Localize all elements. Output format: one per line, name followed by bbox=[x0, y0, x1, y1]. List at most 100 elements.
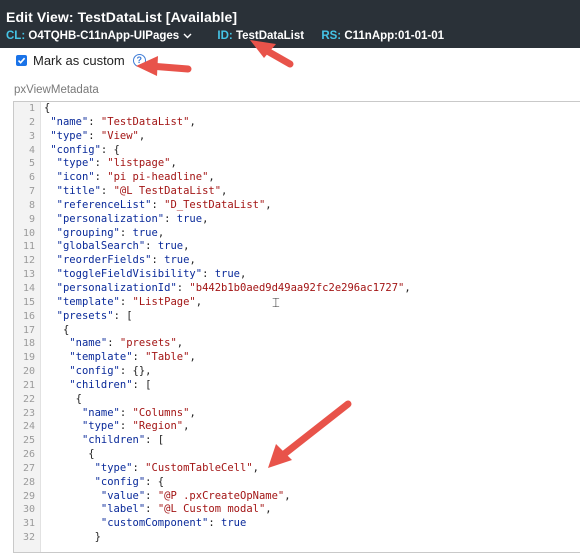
line-number: 27 bbox=[22, 462, 35, 474]
code-text[interactable]: "template": "Table", bbox=[44, 351, 195, 365]
rs-key: RS: bbox=[321, 30, 342, 42]
chevron-down-icon[interactable] bbox=[183, 30, 192, 42]
code-text[interactable]: "type": "listpage", bbox=[44, 157, 177, 171]
line-number: 7 bbox=[28, 186, 35, 198]
code-text[interactable]: "grouping": true, bbox=[44, 227, 165, 241]
code-line[interactable]: 24 "type": "Region", bbox=[14, 420, 580, 434]
code-line[interactable]: 23 "name": "Columns", bbox=[14, 407, 580, 421]
record-meta: CL: O4TQHB-C11nApp-UIPages ID: TestDataL… bbox=[6, 30, 444, 42]
code-line[interactable]: 7 "title": "@L TestDataList", bbox=[14, 185, 580, 199]
line-number: 8 bbox=[28, 199, 35, 211]
line-number: 3 bbox=[28, 130, 35, 142]
code-text[interactable]: "name": "presets", bbox=[44, 337, 183, 351]
code-line[interactable]: 29 "value": "@P .pxCreateOpName", bbox=[14, 490, 580, 504]
code-text[interactable]: "reorderFields": true, bbox=[44, 254, 196, 268]
line-number: 5 bbox=[28, 158, 35, 170]
line-number: 14 bbox=[22, 282, 35, 294]
code-text[interactable]: { bbox=[44, 324, 69, 338]
code-text[interactable]: { bbox=[44, 448, 94, 462]
code-line[interactable]: 17 { bbox=[14, 324, 580, 338]
code-line[interactable]: 13 "toggleFieldVisibility": true, bbox=[14, 268, 580, 282]
code-text[interactable]: "name": "TestDataList", bbox=[44, 116, 195, 130]
cl-key: CL: bbox=[6, 30, 26, 42]
code-line[interactable]: 27 "type": "CustomTableCell", bbox=[14, 462, 580, 476]
line-number: 15 bbox=[22, 296, 35, 308]
code-line[interactable]: 14 "personalizationId": "b442b1b0aed9d49… bbox=[14, 282, 580, 296]
code-text[interactable]: "children": [ bbox=[44, 379, 151, 393]
code-text[interactable]: "referenceList": "D_TestDataList", bbox=[44, 199, 272, 213]
code-line[interactable]: 18 "name": "presets", bbox=[14, 337, 580, 351]
rs-value: C11nApp:01-01-01 bbox=[344, 30, 445, 42]
code-line[interactable]: 31 "customComponent": true bbox=[14, 517, 580, 531]
code-line[interactable]: 26 { bbox=[14, 448, 580, 462]
code-text[interactable]: "personalization": true, bbox=[44, 213, 209, 227]
code-text[interactable]: { bbox=[44, 102, 50, 116]
code-text[interactable]: "customComponent": true bbox=[44, 517, 246, 531]
line-number: 4 bbox=[28, 144, 35, 156]
code-line[interactable]: 6 "icon": "pi pi-headline", bbox=[14, 171, 580, 185]
code-line[interactable]: 10 "grouping": true, bbox=[14, 227, 580, 241]
code-text[interactable]: "type": "CustomTableCell", bbox=[44, 462, 259, 476]
code-text[interactable]: "personalizationId": "b442b1b0aed9d49aa9… bbox=[44, 282, 411, 296]
line-number: 25 bbox=[22, 435, 35, 447]
line-number: 16 bbox=[22, 310, 35, 322]
code-line[interactable]: 11 "globalSearch": true, bbox=[14, 240, 580, 254]
code-text[interactable]: "config": { bbox=[44, 476, 165, 490]
code-line[interactable]: 22 { bbox=[14, 393, 580, 407]
id-value: TestDataList bbox=[235, 30, 305, 42]
line-number: 28 bbox=[22, 476, 35, 488]
code-line[interactable]: 28 "config": { bbox=[14, 476, 580, 490]
code-line[interactable]: 8 "referenceList": "D_TestDataList", bbox=[14, 199, 580, 213]
code-text[interactable]: "config": {}, bbox=[44, 365, 151, 379]
code-text[interactable]: "template": "ListPage", bbox=[44, 296, 202, 310]
line-number: 26 bbox=[22, 449, 35, 461]
code-text[interactable]: "toggleFieldVisibility": true, bbox=[44, 268, 247, 282]
mark-as-custom-label[interactable]: Mark as custom bbox=[33, 53, 125, 68]
code-line[interactable]: 12 "reorderFields": true, bbox=[14, 254, 580, 268]
code-line[interactable]: 3 "type": "View", bbox=[14, 130, 580, 144]
line-number: 31 bbox=[22, 518, 35, 530]
code-line[interactable]: 16 "presets": [ bbox=[14, 310, 580, 324]
code-line[interactable]: 5 "type": "listpage", bbox=[14, 157, 580, 171]
code-text[interactable]: "presets": [ bbox=[44, 310, 133, 324]
code-text[interactable]: "icon": "pi pi-headline", bbox=[44, 171, 215, 185]
code-line[interactable]: 21 "children": [ bbox=[14, 379, 580, 393]
code-editor[interactable]: 1{2 "name": "TestDataList", 3 "type": "Vi… bbox=[13, 101, 580, 553]
code-line[interactable]: 32 } bbox=[14, 531, 580, 545]
code-text[interactable]: "value": "@P .pxCreateOpName", bbox=[44, 490, 291, 504]
code-text[interactable]: } bbox=[44, 531, 101, 545]
help-icon[interactable]: ? bbox=[132, 53, 146, 67]
line-number: 32 bbox=[22, 532, 35, 544]
view-header: Edit View: TestDataList [Available] CL: … bbox=[0, 0, 580, 48]
mark-as-custom-checkbox[interactable] bbox=[16, 54, 27, 66]
text-cursor-icon: ⌶ bbox=[272, 296, 280, 311]
code-text[interactable]: { bbox=[44, 393, 82, 407]
code-text[interactable]: "config": { bbox=[44, 144, 120, 158]
code-line[interactable]: 2 "name": "TestDataList", bbox=[14, 116, 580, 130]
code-line[interactable]: 19 "template": "Table", bbox=[14, 351, 580, 365]
field-label: pxViewMetadata bbox=[14, 84, 99, 96]
line-number: 13 bbox=[22, 269, 35, 281]
code-text[interactable]: "type": "Region", bbox=[44, 420, 190, 434]
code-line[interactable]: 30 "label": "@L Custom modal", bbox=[14, 503, 580, 517]
code-text[interactable]: "label": "@L Custom modal", bbox=[44, 503, 272, 517]
line-number: 11 bbox=[22, 241, 35, 253]
code-lines: 1{2 "name": "TestDataList", 3 "type": "Vi… bbox=[14, 102, 580, 545]
code-text[interactable]: "globalSearch": true, bbox=[44, 240, 190, 254]
cl-value[interactable]: O4TQHB-C11nApp-UIPages bbox=[28, 30, 179, 42]
code-line[interactable]: 20 "config": {}, bbox=[14, 365, 580, 379]
code-text[interactable]: "type": "View", bbox=[44, 130, 145, 144]
code-line[interactable]: 25 "children": [ bbox=[14, 434, 580, 448]
line-number: 21 bbox=[22, 379, 35, 391]
code-text[interactable]: "name": "Columns", bbox=[44, 407, 196, 421]
code-line[interactable]: 9 "personalization": true, bbox=[14, 213, 580, 227]
code-text[interactable]: "title": "@L TestDataList", bbox=[44, 185, 228, 199]
code-line[interactable]: 1{ bbox=[14, 102, 580, 116]
code-line[interactable]: 4 "config": { bbox=[14, 144, 580, 158]
code-line[interactable]: 15 "template": "ListPage", bbox=[14, 296, 580, 310]
line-number: 1 bbox=[28, 103, 35, 114]
code-text[interactable]: "children": [ bbox=[44, 434, 164, 448]
mark-as-custom-row: Mark as custom ? bbox=[16, 53, 146, 68]
line-number: 10 bbox=[22, 227, 35, 239]
line-number: 17 bbox=[22, 324, 35, 336]
